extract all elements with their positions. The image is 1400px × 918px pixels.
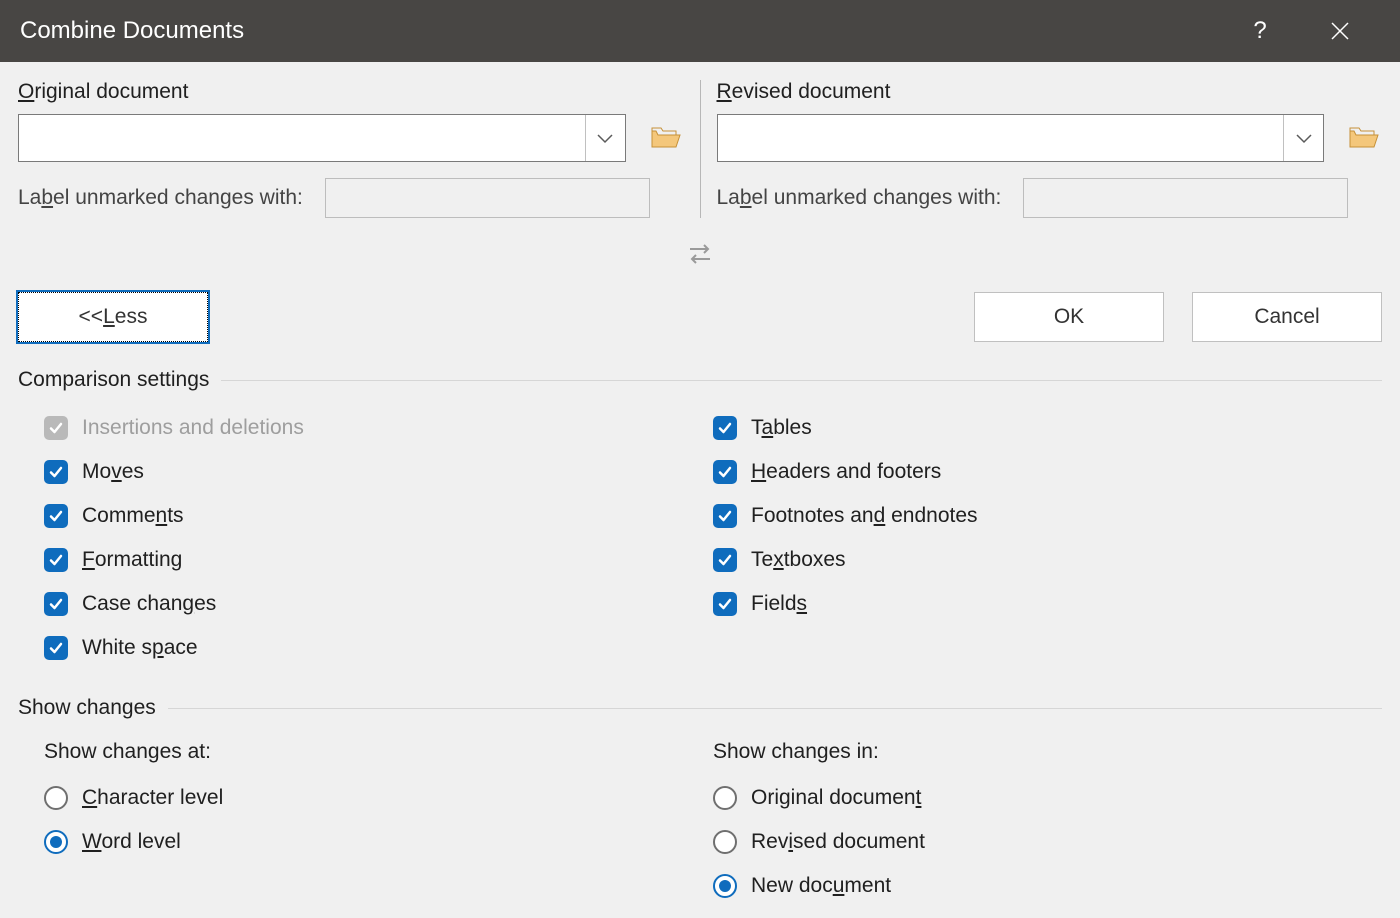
show-changes-in-option[interactable]: Original document: [713, 776, 1382, 820]
option-label: Moves: [82, 460, 144, 484]
checkbox[interactable]: [713, 460, 737, 484]
revised-document-input[interactable]: [718, 115, 1284, 161]
compare-setting-option[interactable]: Headers and footers: [713, 450, 1382, 494]
option-label: Case changes: [82, 592, 216, 616]
less-button[interactable]: << Less: [18, 292, 208, 342]
revised-document-column: Revised document Label unmarked changes …: [717, 80, 1383, 218]
checkbox[interactable]: [44, 592, 68, 616]
option-label: Word level: [82, 830, 181, 854]
swap-documents-button[interactable]: [686, 242, 714, 272]
compare-setting-option: Insertions and deletions: [44, 406, 713, 450]
compare-setting-option[interactable]: Textboxes: [713, 538, 1382, 582]
original-author-input[interactable]: [325, 178, 650, 218]
checkbox[interactable]: [44, 460, 68, 484]
option-label: Comments: [82, 504, 184, 528]
divider: [221, 380, 1382, 381]
checkbox: [44, 416, 68, 440]
vertical-divider: [700, 80, 701, 218]
show-changes-at-option[interactable]: Character level: [44, 776, 713, 820]
option-label: Headers and footers: [751, 460, 941, 484]
compare-setting-option[interactable]: Footnotes and endnotes: [713, 494, 1382, 538]
folder-open-icon: [650, 125, 682, 151]
radio[interactable]: [713, 874, 737, 898]
show-changes-label: Show changes: [18, 696, 156, 720]
compare-setting-option[interactable]: Comments: [44, 494, 713, 538]
original-document-label: Original document: [18, 80, 684, 104]
compare-setting-option[interactable]: Case changes: [44, 582, 713, 626]
radio[interactable]: [44, 786, 68, 810]
checkbox[interactable]: [44, 636, 68, 660]
comparison-settings-label: Comparison settings: [18, 368, 209, 392]
checkbox[interactable]: [713, 416, 737, 440]
checkbox[interactable]: [44, 548, 68, 572]
compare-setting-option[interactable]: White space: [44, 626, 713, 670]
checkbox[interactable]: [713, 504, 737, 528]
titlebar: Combine Documents ?: [0, 0, 1400, 62]
revised-author-label: Label unmarked changes with:: [717, 186, 1002, 210]
radio[interactable]: [713, 830, 737, 854]
option-label: Fields: [751, 592, 807, 616]
show-changes-in-heading: Show changes in:: [713, 740, 1382, 764]
chevron-down-icon[interactable]: [585, 115, 625, 161]
close-button[interactable]: [1300, 0, 1380, 62]
browse-original-button[interactable]: [648, 124, 684, 152]
chevron-down-icon[interactable]: [1283, 115, 1323, 161]
revised-document-combo[interactable]: [717, 114, 1325, 162]
compare-setting-option[interactable]: Formatting: [44, 538, 713, 582]
original-document-input[interactable]: [19, 115, 585, 161]
show-changes-at-option[interactable]: Word level: [44, 820, 713, 864]
divider: [168, 708, 1382, 709]
option-label: Character level: [82, 786, 223, 810]
radio[interactable]: [44, 830, 68, 854]
original-document-column: Original document Label unmarked changes: [18, 80, 684, 218]
checkbox[interactable]: [713, 592, 737, 616]
checkbox[interactable]: [44, 504, 68, 528]
ok-button[interactable]: OK: [974, 292, 1164, 342]
option-label: New document: [751, 874, 891, 898]
browse-revised-button[interactable]: [1346, 124, 1382, 152]
original-document-combo[interactable]: [18, 114, 626, 162]
option-label: Revised document: [751, 830, 925, 854]
option-label: Tables: [751, 416, 812, 440]
option-label: Insertions and deletions: [82, 416, 304, 440]
help-button[interactable]: ?: [1220, 0, 1300, 62]
option-label: Original document: [751, 786, 921, 810]
dialog-title: Combine Documents: [20, 17, 1220, 45]
show-changes-heading: Show changes: [18, 696, 1382, 720]
compare-setting-option[interactable]: Fields: [713, 582, 1382, 626]
actions-row: << Less OK Cancel: [18, 292, 1382, 342]
show-changes-in-option[interactable]: New document: [713, 864, 1382, 908]
compare-setting-option[interactable]: Tables: [713, 406, 1382, 450]
original-author-label: Label unmarked changes with:: [18, 186, 303, 210]
option-label: Formatting: [82, 548, 182, 572]
show-changes-in-option[interactable]: Revised document: [713, 820, 1382, 864]
option-label: White space: [82, 636, 198, 660]
revised-author-input[interactable]: [1023, 178, 1348, 218]
option-label: Textboxes: [751, 548, 846, 572]
folder-open-icon: [1348, 125, 1380, 151]
option-label: Footnotes and endnotes: [751, 504, 978, 528]
document-selection-row: Original document Label unmarked changes: [18, 80, 1382, 218]
radio[interactable]: [713, 786, 737, 810]
comparison-settings-heading: Comparison settings: [18, 368, 1382, 392]
revised-document-label: Revised document: [717, 80, 1383, 104]
checkbox[interactable]: [713, 548, 737, 572]
compare-setting-option[interactable]: Moves: [44, 450, 713, 494]
show-changes-at-heading: Show changes at:: [44, 740, 713, 764]
cancel-button[interactable]: Cancel: [1192, 292, 1382, 342]
